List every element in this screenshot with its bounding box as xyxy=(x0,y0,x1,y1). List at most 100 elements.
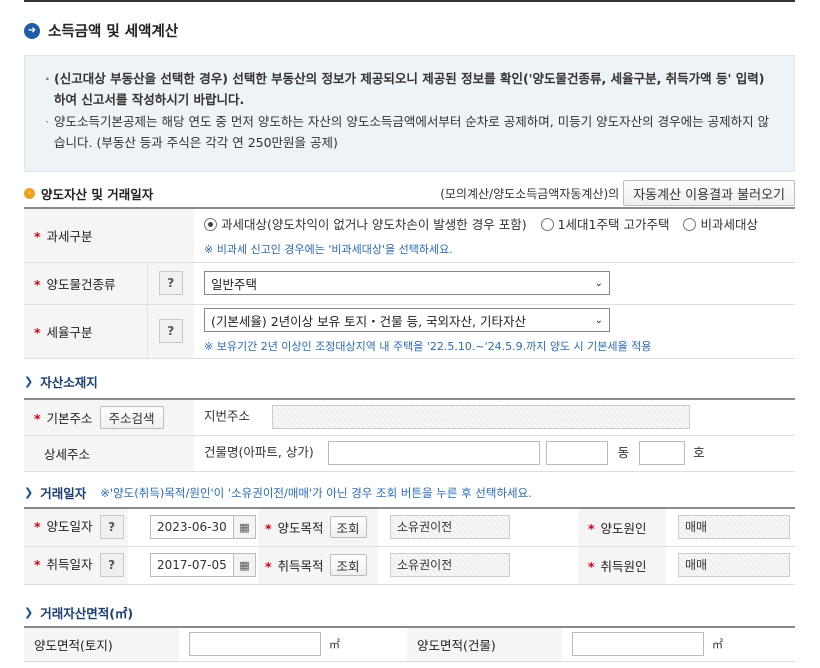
location-section-header: ❯ 자산소재지 xyxy=(24,372,98,391)
lot-address-input[interactable] xyxy=(272,405,690,430)
acquisition-cause-label-cell: * 취득원인 xyxy=(578,546,666,585)
location-section-title: 자산소재지 xyxy=(40,375,98,390)
ho-input[interactable] xyxy=(639,441,686,465)
tax-rate-hint: ※ 보유기간 2년 이상인 조정대상지역 내 주택을 '22.5.10.~'24… xyxy=(204,340,652,353)
top-border-line xyxy=(24,0,795,2)
detail-address-label-cell: 상세주소 xyxy=(24,435,194,472)
lot-address-label: 지번주소 xyxy=(204,408,251,424)
asset-section-header: › 양도자산 및 거래일자 (모의계산/양도소득금액자동계산)의 자동계산 이용… xyxy=(24,179,795,207)
acquisition-date-field: 2017-07-05 ▦ xyxy=(128,546,258,585)
property-type-field: 일반주택 ⌄ xyxy=(194,262,795,305)
detail-address-field: 건물명(아파트, 상가) 동 호 xyxy=(194,435,795,472)
acquisition-purpose-lookup-button[interactable]: 조회 xyxy=(329,554,367,576)
chevron-down-icon: ⌄ xyxy=(594,314,603,326)
acquisition-date-help-button[interactable]: ? xyxy=(99,553,124,577)
acquisition-cause-label: 취득원인 xyxy=(600,558,647,574)
tax-rate-label: 세율구분 xyxy=(46,324,93,340)
sale-date-help-button[interactable]: ? xyxy=(99,515,124,540)
basic-address-label: 기본주소 xyxy=(46,410,93,426)
property-type-label: 양도물건종류 xyxy=(46,276,116,292)
sale-date-label-cell: * 양도일자 ? xyxy=(24,508,128,547)
arrow-circle-icon: ➜ xyxy=(24,22,40,39)
orange-chevron-icon: › xyxy=(24,187,35,199)
sale-purpose-value: 소유권이전 xyxy=(390,515,510,540)
radio-unchecked-icon xyxy=(683,217,697,231)
dong-label: 동 xyxy=(617,444,630,460)
required-star: * xyxy=(34,410,41,426)
sale-purpose-label-cell: * 양도목적 조회 xyxy=(258,508,378,547)
lot-address-field: 지번주소 xyxy=(194,399,795,436)
land-area-field: ㎡ xyxy=(179,627,407,662)
tax-rate-help-button[interactable]: ? xyxy=(158,319,183,343)
building-area-input[interactable] xyxy=(572,632,704,657)
acquisition-purpose-label: 취득목적 xyxy=(277,558,324,574)
tax-rate-field: (기본세율) 2년이상 보유 토지・건물 등, 국외자산, 기타자산 ⌄ ※ 보… xyxy=(194,304,795,359)
sale-date-input[interactable]: 2023-06-30 xyxy=(150,515,234,540)
building-area-field: ㎡ xyxy=(562,627,795,662)
tax-class-label: 과세구분 xyxy=(46,228,93,244)
building-name-input[interactable] xyxy=(327,441,540,465)
ho-label: 호 xyxy=(693,444,705,460)
sale-purpose-label: 양도목적 xyxy=(277,520,324,536)
acquisition-date-input[interactable]: 2017-07-05 xyxy=(150,553,234,577)
tax-class-hint: ※ 비과세 신고인 경우에는 '비과세대상'을 선택하세요. xyxy=(204,242,453,256)
property-type-help-button[interactable]: ? xyxy=(158,271,183,295)
asset-form-table: * 과세구분 과세대상(양도차익이 없거나 양도차손이 발생한 경우 포함) 1세… xyxy=(24,207,795,359)
required-star: * xyxy=(588,558,595,574)
address-search-button[interactable]: 주소검색 xyxy=(99,405,164,429)
asset-section-title: 양도자산 및 거래일자 xyxy=(41,186,154,202)
detail-address-label: 상세주소 xyxy=(44,446,91,462)
page-title: 소득금액 및 세액계산 xyxy=(48,24,179,40)
acquisition-purpose-label-cell: * 취득목적 조회 xyxy=(258,546,378,585)
sale-date-field: 2023-06-30 ▦ xyxy=(128,508,258,547)
sale-purpose-field: 소유권이전 xyxy=(378,508,578,547)
trade-date-note: ※'양도(취득)목적/원인'이 '소유권이전/매매'가 아닌 경우 조회 버튼을… xyxy=(100,485,532,500)
chevron-right-icon: ❯ xyxy=(24,486,34,499)
radio-checked-icon xyxy=(204,217,217,231)
required-star: * xyxy=(265,558,272,574)
chevron-right-icon: ❯ xyxy=(24,375,34,388)
acquisition-cause-field: 매매 xyxy=(666,546,795,585)
sale-cause-field: 매매 xyxy=(666,508,795,547)
notice-box: (신고대상 부동산을 선택한 경우) 선택한 부동산의 정보가 제공되오니 제공… xyxy=(24,55,795,172)
land-area-label: 양도면적(토지) xyxy=(34,637,113,653)
tax-class-option-high-value-house[interactable]: 1세대1주택 고가주택 xyxy=(540,217,670,232)
load-auto-calc-button[interactable]: 자동계산 이용결과 불러오기 xyxy=(623,180,795,206)
tax-class-option-non-taxable[interactable]: 비과세대상 xyxy=(683,217,758,232)
building-area-label: 양도면적(건물) xyxy=(417,637,496,653)
trade-date-table: * 양도일자 ? 2023-06-30 ▦ * 양도목적 조회 소유권이전 * 양도원인… xyxy=(24,507,795,585)
calendar-icon[interactable]: ▦ xyxy=(234,553,256,577)
acquisition-cause-value: 매매 xyxy=(678,553,790,577)
land-area-input[interactable] xyxy=(189,632,321,657)
area-table: 양도면적(토지) ㎡ 양도면적(건물) ㎡ xyxy=(24,626,795,662)
required-star: * xyxy=(34,228,41,244)
area-section-title: 거래자산면적(㎡) xyxy=(40,606,134,621)
building-name-label: 건물명(아파트, 상가) xyxy=(204,444,314,460)
acquisition-purpose-field: 소유권이전 xyxy=(378,546,578,585)
required-star: * xyxy=(34,557,41,572)
asset-section-note: (모의계산/양도소득금액자동계산)의 xyxy=(440,186,620,201)
calendar-icon[interactable]: ▦ xyxy=(234,515,256,540)
tax-rate-help-cell: ? xyxy=(146,304,194,359)
property-type-label-cell: * 양도물건종류 xyxy=(24,262,147,305)
sale-cause-label-cell: * 양도원인 xyxy=(578,508,666,547)
sale-purpose-lookup-button[interactable]: 조회 xyxy=(329,516,367,539)
required-star: * xyxy=(34,324,41,340)
location-form-table: * 기본주소 주소검색 지번주소 상세주소 건물명(아파트, 상가) 동 호 xyxy=(24,398,795,472)
acquisition-purpose-value: 소유권이전 xyxy=(390,553,510,577)
property-type-help-cell: ? xyxy=(146,262,194,305)
radio-unchecked-icon xyxy=(540,217,554,231)
notice-line-2: 양도소득기본공제는 해당 연도 중 먼저 양도하는 자산의 양도소득금액에서부터… xyxy=(45,111,774,153)
dong-input[interactable] xyxy=(545,441,608,465)
land-area-label-cell: 양도면적(토지) xyxy=(24,627,179,662)
tax-rate-select[interactable]: (기본세율) 2년이상 보유 토지・건물 등, 국외자산, 기타자산 ⌄ xyxy=(204,308,610,332)
property-type-select[interactable]: 일반주택 ⌄ xyxy=(204,271,610,295)
acquisition-date-label: 취득일자 xyxy=(46,557,93,572)
sale-cause-label: 양도원인 xyxy=(600,520,647,536)
chevron-down-icon: ⌄ xyxy=(594,277,603,289)
sale-cause-value: 매매 xyxy=(678,515,790,540)
trade-date-section-header: ❯ 거래일자 ※'양도(취득)목적/원인'이 '소유권이전/매매'가 아닌 경우… xyxy=(24,483,532,502)
required-star: * xyxy=(265,520,272,536)
tax-class-option-taxable[interactable]: 과세대상(양도차익이 없거나 양도차손이 발생한 경우 포함) xyxy=(204,217,527,232)
chevron-right-icon: ❯ xyxy=(24,606,34,619)
